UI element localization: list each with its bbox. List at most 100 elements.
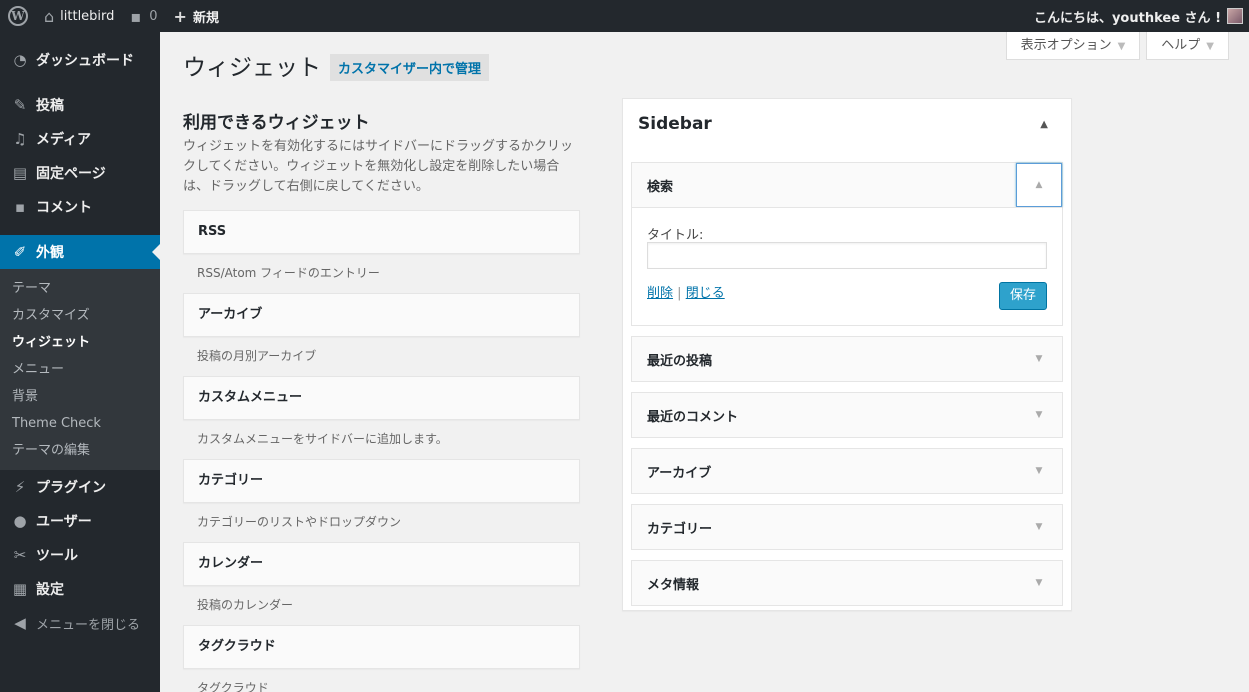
collapse-arrow-icon: ◀ — [14, 614, 26, 632]
widget-title: 検索 — [647, 179, 674, 195]
screen-meta-links: 表示オプション ▼ ヘルプ ▼ — [1000, 32, 1229, 60]
collapse-arrow-icon[interactable]: ▲ — [1040, 119, 1056, 130]
menu-plugins-label: プラグイン — [36, 480, 106, 496]
widget-control-links: 削除 | 閉じる — [647, 282, 725, 301]
menu-settings[interactable]: ▦ 設定 — [0, 572, 160, 606]
menu-media[interactable]: ♫ メディア — [0, 122, 160, 156]
menu-dashboard[interactable]: ◔ ダッシュボード — [0, 43, 160, 77]
widget-rss[interactable]: RSS — [183, 210, 580, 254]
title-field[interactable] — [647, 242, 1047, 269]
dashboard-icon: ◔ — [13, 51, 27, 69]
submenu-customize[interactable]: カスタマイズ — [0, 302, 160, 329]
link-separator: | — [677, 286, 682, 301]
widget-toggle-down-icon[interactable]: ▼ — [1016, 561, 1062, 605]
menu-posts[interactable]: ✎ 投稿 — [0, 88, 160, 122]
menu-pages-label: 固定ページ — [36, 166, 106, 182]
widget-categories[interactable]: カテゴリー — [183, 459, 580, 503]
brush-icon: ✐ — [13, 243, 27, 261]
submenu-themes[interactable]: テーマ — [0, 275, 160, 302]
sidebar-header[interactable]: Sidebar ▲ — [623, 99, 1071, 149]
save-button[interactable]: 保存 — [998, 282, 1047, 310]
widget-recent-comments[interactable]: 最近のコメント ▼ — [631, 392, 1063, 438]
menu-pages[interactable]: ▤ 固定ページ — [0, 156, 160, 190]
comment-count: 0 — [149, 8, 158, 24]
new-content-menu[interactable]: + 新規 — [166, 0, 227, 32]
list-item: カテゴリー カテゴリーのリストやドロップダウン — [183, 459, 580, 542]
available-widgets-title: 利用できるウィジェット — [183, 113, 370, 133]
widget-meta[interactable]: メタ情報 ▼ — [631, 560, 1063, 606]
widget-title: アーカイブ — [647, 465, 712, 481]
comments-link[interactable]: ▪ 0 — [122, 0, 165, 32]
home-icon: ⌂ — [44, 6, 55, 26]
widget-toggle-up-icon[interactable]: ▲ — [1016, 163, 1062, 207]
wordpress-logo-menu[interactable]: W — [0, 0, 36, 32]
title-field-label: タイトル: — [647, 228, 704, 243]
available-widgets-description: ウィジェットを有効化するにはサイドバーにドラッグするかクリックしてください。ウィ… — [183, 139, 574, 194]
widget-categories-sidebar[interactable]: カテゴリー ▼ — [631, 504, 1063, 550]
manage-in-customizer-button[interactable]: カスタマイザー内で管理 — [330, 54, 490, 81]
submenu-theme-check[interactable]: Theme Check — [0, 410, 160, 437]
menu-media-label: メディア — [36, 132, 92, 148]
greeting: こんにちは、youthkee さん ! — [1033, 10, 1221, 26]
widget-toggle-down-icon[interactable]: ▼ — [1016, 505, 1062, 549]
widget-description: タグクラウド — [197, 681, 269, 692]
widget-calendar[interactable]: カレンダー — [183, 542, 580, 586]
widget-header[interactable]: 検索 ▲ — [632, 163, 1062, 207]
help-label: ヘルプ — [1161, 38, 1201, 53]
menu-appearance[interactable]: ✐ 外観 — [0, 235, 160, 269]
menu-tools-label: ツール — [36, 548, 78, 564]
close-link[interactable]: 閉じる — [686, 286, 725, 301]
menu-plugins[interactable]: ⚡ プラグイン — [0, 470, 160, 504]
widget-archives-sidebar[interactable]: アーカイブ ▼ — [631, 448, 1063, 494]
appearance-submenu: テーマ カスタマイズ ウィジェット メニュー 背景 Theme Check テー… — [0, 269, 160, 470]
screen-options-label: 表示オプション — [1020, 38, 1112, 53]
collapse-menu-button[interactable]: ◀ メニューを閉じる — [0, 606, 160, 640]
comment-bubble-icon: ▪ — [14, 198, 26, 216]
settings-icon: ▦ — [12, 580, 28, 598]
widget-archives[interactable]: アーカイブ — [183, 293, 580, 337]
plus-icon: + — [173, 6, 187, 26]
widget-recent-posts[interactable]: 最近の投稿 ▼ — [631, 336, 1063, 382]
widget-toggle-down-icon[interactable]: ▼ — [1016, 337, 1062, 381]
widget-toggle-down-icon[interactable]: ▼ — [1016, 393, 1062, 437]
menu-appearance-label: 外観 — [36, 245, 64, 261]
widget-description: 投稿の月別アーカイブ — [197, 349, 317, 363]
submenu-menus[interactable]: メニュー — [0, 356, 160, 383]
list-item: カスタムメニュー カスタムメニューをサイドバーに追加します。 — [183, 376, 580, 459]
widget-description: カスタムメニューをサイドバーに追加します。 — [197, 432, 448, 446]
widget-custom-menu[interactable]: カスタムメニュー — [183, 376, 580, 420]
widget-title: 最近のコメント — [647, 409, 739, 425]
menu-comments[interactable]: ▪ コメント — [0, 190, 160, 224]
site-name: littlebird — [60, 8, 115, 24]
widget-description: RSS/Atom フィードのエントリー — [197, 266, 380, 280]
pin-icon: ✎ — [13, 96, 27, 114]
delete-link[interactable]: 削除 — [647, 286, 673, 301]
widget-search-open: 検索 ▲ タイトル: 削除 | 閉じる 保存 — [631, 162, 1063, 326]
comment-icon: ▪ — [130, 6, 142, 26]
available-widget-list: RSS RSS/Atom フィードのエントリー アーカイブ 投稿の月別アーカイブ… — [183, 210, 580, 692]
list-item: カレンダー 投稿のカレンダー — [183, 542, 580, 625]
widget-title: カテゴリー — [647, 521, 713, 537]
menu-tools[interactable]: ✂ ツール — [0, 538, 160, 572]
widget-tag-cloud[interactable]: タグクラウド — [183, 625, 580, 669]
widget-settings: タイトル: 削除 | 閉じる 保存 — [632, 207, 1062, 325]
page-icon: ▤ — [12, 164, 28, 182]
media-icon: ♫ — [13, 130, 27, 148]
menu-users[interactable]: ● ユーザー — [0, 504, 160, 538]
list-item: タグクラウド タグクラウド — [183, 625, 580, 692]
widget-title: 最近の投稿 — [647, 353, 713, 369]
submenu-widgets[interactable]: ウィジェット — [0, 329, 160, 356]
screen-options-button[interactable]: 表示オプション ▼ — [1005, 32, 1141, 60]
widget-toggle-down-icon[interactable]: ▼ — [1016, 449, 1062, 493]
help-button[interactable]: ヘルプ ▼ — [1146, 32, 1229, 60]
menu-users-label: ユーザー — [36, 514, 92, 530]
sidebar-widget-area: Sidebar ▲ 検索 ▲ タイトル: 削除 | 閉じる 保存 最近の投稿 ▼ — [622, 98, 1072, 611]
collapse-menu-label: メニューを閉じる — [36, 617, 141, 633]
site-name-link[interactable]: ⌂ littlebird — [36, 0, 122, 32]
my-account-menu[interactable]: こんにちは、youthkee さん ! — [1034, 0, 1243, 32]
submenu-background[interactable]: 背景 — [0, 383, 160, 410]
dropdown-arrow-icon: ▼ — [1206, 41, 1214, 52]
admin-bar: W ⌂ littlebird ▪ 0 + 新規 こんにちは、youthkee さ… — [0, 0, 1249, 32]
submenu-editor[interactable]: テーマの編集 — [0, 437, 160, 464]
widget-description: 投稿のカレンダー — [197, 598, 294, 612]
